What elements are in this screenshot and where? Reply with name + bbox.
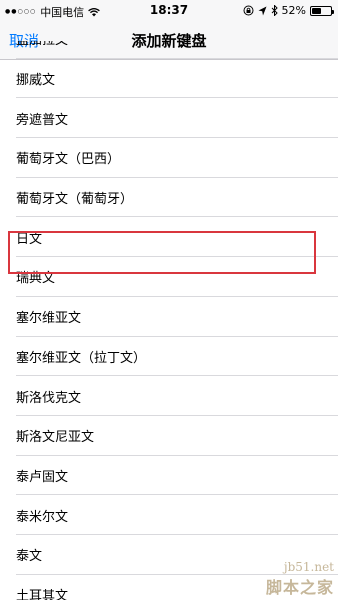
keyboard-item-label: 泰米尔文 bbox=[16, 509, 69, 525]
keyboard-item-label: 土耳其文 bbox=[16, 588, 69, 600]
keyboard-item-label: 塞尔维亚文（拉丁文） bbox=[16, 350, 147, 366]
rotation-lock-icon bbox=[243, 5, 254, 16]
keyboard-item-label: 挪威文 bbox=[16, 73, 56, 89]
bluetooth-icon bbox=[271, 5, 278, 16]
keyboard-list-item[interactable]: 泰卢固文 bbox=[0, 456, 338, 496]
keyboard-list-item[interactable]: 葡萄牙文（巴西） bbox=[0, 138, 338, 178]
keyboard-list-item[interactable]: 斯洛伐克文 bbox=[0, 376, 338, 416]
keyboard-item-label: 塞尔维亚文 bbox=[16, 311, 82, 327]
keyboard-list-item[interactable]: 泰米尔文 bbox=[0, 495, 338, 535]
keyboard-list-inner: 孟加拉文挪威文旁遮普文葡萄牙文（巴西） 葡萄牙文（葡萄牙） 日文瑞典文塞尔维亚文塞尔… bbox=[0, 41, 338, 600]
keyboard-list-item[interactable]: 塞尔维亚文（拉丁文） bbox=[0, 337, 338, 377]
watermark: jb51.net 脚本之家 bbox=[266, 560, 334, 598]
keyboard-list-item[interactable]: 斯洛文尼亚文 bbox=[0, 416, 338, 456]
keyboard-list-item[interactable]: 孟加拉文 bbox=[0, 41, 338, 59]
status-bar: ●●○○○ 中国电信 18:37 52% bbox=[0, 0, 338, 20]
keyboard-list-item[interactable]: 日文 bbox=[0, 217, 338, 257]
keyboard-list-item[interactable]: 瑞典文 bbox=[0, 257, 338, 297]
status-right: 52% bbox=[243, 4, 334, 17]
keyboard-item-label: 葡萄牙文（葡萄牙） bbox=[16, 192, 134, 208]
watermark-url: jb51.net bbox=[283, 560, 334, 574]
keyboard-item-label: 斯洛文尼亚文 bbox=[16, 430, 95, 446]
keyboard-item-label: 旁遮普文 bbox=[16, 112, 69, 128]
keyboard-list-item[interactable]: 塞尔维亚文 bbox=[0, 297, 338, 337]
watermark-name: 脚本之家 bbox=[265, 578, 334, 597]
keyboard-item-label: 日文 bbox=[16, 231, 43, 247]
battery-percent: 52% bbox=[281, 4, 306, 17]
location-arrow-icon bbox=[258, 6, 267, 15]
keyboard-item-label: 斯洛伐克文 bbox=[16, 390, 82, 406]
keyboard-list-item[interactable]: 挪威文 bbox=[0, 59, 338, 99]
keyboard-item-label: 葡萄牙文（巴西） bbox=[16, 152, 121, 168]
keyboard-item-label: 瑞典文 bbox=[16, 271, 56, 287]
battery-icon bbox=[310, 5, 334, 16]
keyboard-list-item[interactable]: 旁遮普文 bbox=[0, 98, 338, 138]
keyboard-item-label: 泰卢固文 bbox=[16, 469, 69, 485]
keyboard-list[interactable]: 孟加拉文挪威文旁遮普文葡萄牙文（巴西） 葡萄牙文（葡萄牙） 日文瑞典文塞尔维亚文塞尔… bbox=[0, 41, 338, 600]
keyboard-item-label: 孟加拉文 bbox=[16, 41, 68, 48]
battery-level bbox=[312, 7, 322, 14]
keyboard-item-label: 泰文 bbox=[16, 549, 43, 565]
keyboard-list-item[interactable]: 葡萄牙文（葡萄牙） bbox=[0, 178, 338, 218]
